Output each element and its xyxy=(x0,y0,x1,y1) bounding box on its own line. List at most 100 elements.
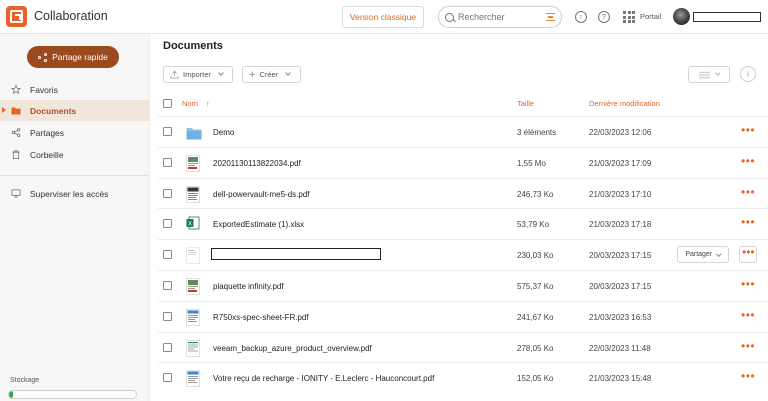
file-size: 575,37 Ko xyxy=(517,282,554,291)
share-icon xyxy=(38,52,48,62)
file-thumbnail-icon xyxy=(186,309,200,326)
user-name-redacted[interactable] xyxy=(693,12,761,22)
table-row[interactable]: 230,03 Ko 20/03/2023 17:15 Partager ••• xyxy=(158,239,768,270)
star-icon xyxy=(11,85,21,94)
sidebar-item-label: Superviser les accès xyxy=(30,188,109,199)
chevron-down-icon xyxy=(716,251,722,256)
row-menu-button[interactable]: ••• xyxy=(741,370,755,382)
app-logo[interactable] xyxy=(6,6,27,27)
share-button[interactable]: Partager xyxy=(677,246,729,263)
file-size: 241,67 Ko xyxy=(517,313,554,322)
file-name[interactable]: Votre reçu de recharge - IONITY - E.Lecl… xyxy=(213,374,434,383)
folder-icon xyxy=(11,107,21,115)
file-modified-date: 21/03/2023 17:09 xyxy=(589,159,652,168)
table-row[interactable]: Demo 3 éléments 22/03/2023 12:06 ••• xyxy=(158,116,768,147)
file-modified-date: 22/03/2023 12:06 xyxy=(589,128,652,137)
chevron-down-icon xyxy=(285,70,292,76)
row-menu-button[interactable]: ••• xyxy=(741,216,755,228)
file-modified-date: 21/03/2023 15:48 xyxy=(589,374,652,383)
search-icon xyxy=(445,12,454,22)
top-bar: Collaboration Version classique ↑ ? Port… xyxy=(0,0,768,34)
row-menu-button[interactable]: ••• xyxy=(741,186,755,198)
sidebar-divider xyxy=(0,175,150,176)
active-indicator-icon xyxy=(2,107,6,113)
row-menu-button[interactable]: ••• xyxy=(741,155,755,167)
file-name[interactable]: 20201130113822034.pdf xyxy=(213,159,301,168)
file-size: 246,73 Ko xyxy=(517,190,554,199)
column-header-modified[interactable]: Dernière modification xyxy=(589,99,660,108)
file-size: 1,55 Mo xyxy=(517,159,546,168)
file-name[interactable]: Demo xyxy=(213,128,234,137)
info-icon[interactable]: i xyxy=(740,66,756,82)
sidebar-item-label: Corbeille xyxy=(30,149,64,160)
avatar[interactable] xyxy=(673,8,690,25)
column-header-size[interactable]: Taille xyxy=(517,99,534,108)
file-size: 230,03 Ko xyxy=(517,251,554,260)
view-mode-button[interactable] xyxy=(688,66,730,83)
file-size: 3 éléments xyxy=(517,128,557,137)
file-modified-date: 21/03/2023 17:10 xyxy=(589,190,652,199)
sidebar-item-superviser-acces[interactable]: Superviser les accès xyxy=(0,183,150,204)
file-size: 53,79 Ko xyxy=(517,220,550,229)
file-name[interactable]: ExportedEstimate (1).xlsx xyxy=(213,220,304,229)
refresh-icon[interactable]: ↑ xyxy=(575,11,587,23)
import-label: Importer xyxy=(183,70,211,79)
svg-text:X: X xyxy=(188,222,192,228)
select-all-checkbox[interactable] xyxy=(163,99,172,108)
filter-icon[interactable] xyxy=(546,13,555,21)
file-size: 152,05 Ko xyxy=(517,374,554,383)
quick-share-label: Partage rapide xyxy=(52,52,108,62)
portal-link[interactable]: Portail xyxy=(640,12,661,21)
sidebar-item-partages[interactable]: Partages xyxy=(0,122,150,143)
more-icon: ••• xyxy=(742,245,755,259)
column-header-name[interactable]: Nom ↑ xyxy=(182,99,210,108)
row-menu-button[interactable]: ••• xyxy=(739,246,757,263)
apps-grid-icon[interactable] xyxy=(623,11,635,23)
file-name[interactable]: R750xs-spec-sheet-FR.pdf xyxy=(213,313,309,322)
file-thumbnail-icon xyxy=(186,278,200,295)
quick-share-button[interactable]: Partage rapide xyxy=(27,46,119,68)
row-menu-button[interactable]: ••• xyxy=(741,340,755,352)
storage-bar xyxy=(8,390,137,399)
sidebar-item-documents[interactable]: Documents xyxy=(0,100,150,121)
file-name[interactable]: veeam_backup_azure_product_overview.pdf xyxy=(213,344,372,353)
file-thumbnail-icon xyxy=(186,155,200,172)
sidebar-item-favoris[interactable]: Favoris xyxy=(0,79,150,100)
search-input[interactable] xyxy=(458,12,546,22)
storage-label: Stockage xyxy=(10,377,40,384)
table-row[interactable]: R750xs-spec-sheet-FR.pdf 241,67 Ko 21/03/2… xyxy=(158,301,768,332)
row-menu-button[interactable]: ••• xyxy=(741,124,755,136)
import-button[interactable]: Importer xyxy=(163,66,233,83)
chevron-down-icon xyxy=(715,70,720,76)
help-icon[interactable]: ? xyxy=(598,11,610,23)
table-row[interactable]: X ExportedEstimate (1).xlsx 53,79 Ko 21/03/… xyxy=(158,208,768,239)
table-row[interactable]: Votre reçu de recharge - IONITY - E.Lecl… xyxy=(158,362,768,393)
list-view-icon xyxy=(698,71,710,78)
file-name[interactable]: dell-powervault-me5-ds.pdf xyxy=(213,190,310,199)
table-row[interactable]: dell-powervault-me5-ds.pdf 246,73 Ko 21/03… xyxy=(158,178,768,209)
row-menu-button[interactable]: ••• xyxy=(741,309,755,321)
monitor-icon xyxy=(11,189,21,198)
file-size: 278,05 Ko xyxy=(517,344,554,353)
create-button[interactable]: + Créer xyxy=(242,66,301,83)
excel-file-icon: X xyxy=(186,216,200,233)
classic-version-button[interactable]: Version classique xyxy=(342,6,424,28)
file-thumbnail-icon xyxy=(186,370,200,387)
create-label: Créer xyxy=(259,70,279,79)
table-row[interactable]: 20201130113822034.pdf 1,55 Mo 21/03/2023 1… xyxy=(158,147,768,178)
table-row[interactable]: veeam_backup_azure_product_overview.pdf 2… xyxy=(158,332,768,363)
search-box[interactable] xyxy=(438,6,562,28)
file-thumbnail-icon xyxy=(186,340,200,357)
file-thumbnail-icon xyxy=(186,247,200,264)
file-modified-date: 20/03/2023 17:15 xyxy=(589,282,652,291)
row-menu-button[interactable]: ••• xyxy=(741,278,755,290)
redacted-file-name[interactable] xyxy=(211,248,381,260)
chevron-down-icon xyxy=(218,70,224,76)
table-row[interactable]: plaquette infinity.pdf 575,37 Ko 20/03/202… xyxy=(158,270,768,301)
trash-icon xyxy=(12,150,20,159)
file-modified-date: 22/03/2023 11:48 xyxy=(589,344,651,353)
file-name[interactable]: plaquette infinity.pdf xyxy=(213,282,284,291)
page-title: Documents xyxy=(163,40,223,52)
sidebar-item-corbeille[interactable]: Corbeille xyxy=(0,144,150,165)
upload-icon xyxy=(170,70,179,79)
